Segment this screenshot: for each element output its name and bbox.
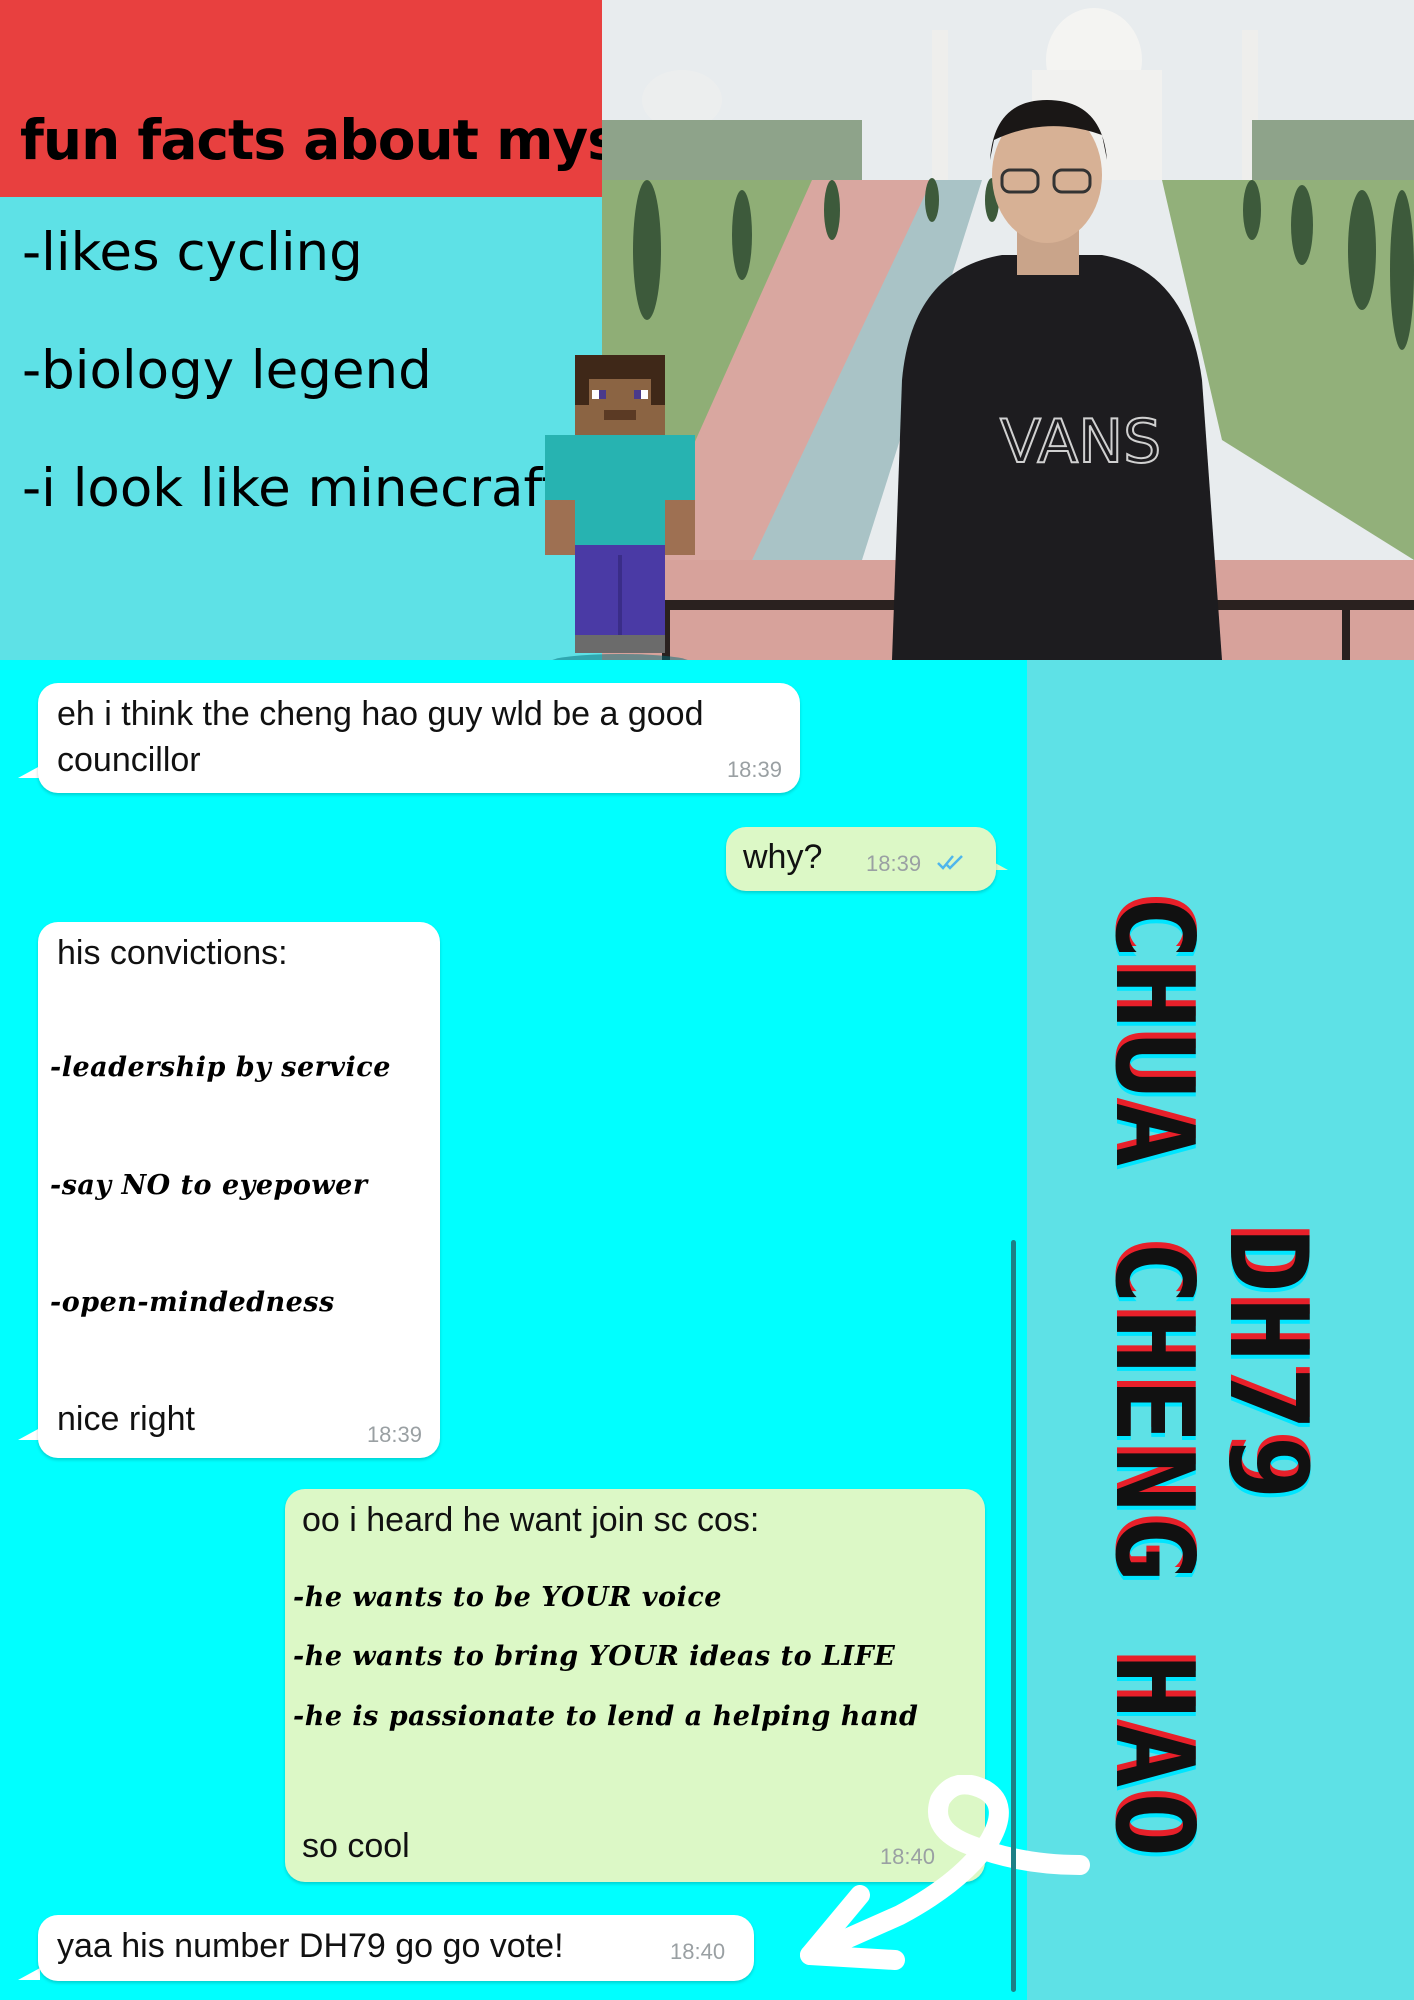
double-check-icon xyxy=(937,855,963,870)
reason-item: -he is passionate to lend a helping hand xyxy=(293,1701,919,1732)
conviction-item: -open-mindedness xyxy=(50,1287,335,1318)
message-text: councillor xyxy=(57,741,201,779)
hoodie-logo-text: VANS xyxy=(1000,407,1161,477)
conviction-item: -say NO to eyepower xyxy=(50,1170,368,1201)
chat-message-incoming: yaa his number DH79 go go vote! 18:40 xyxy=(38,1915,754,1981)
message-text: yaa his number DH79 go go vote! xyxy=(57,1927,564,1965)
bubble-tail xyxy=(18,766,40,778)
message-timestamp: 18:39 xyxy=(866,851,922,876)
candidate-number: DH79 xyxy=(1205,1228,1330,1505)
minecraft-character-icon xyxy=(540,350,710,670)
candidate-name: CHUA CHENG HAO xyxy=(1091,895,1216,1862)
message-text: so cool xyxy=(302,1827,410,1865)
chat-message-incoming: eh i think the cheng hao guy wld be a go… xyxy=(38,683,800,793)
bubble-tail xyxy=(18,1968,40,1980)
fact-item-biology: -biology legend xyxy=(22,340,432,401)
message-timestamp: 18:39 xyxy=(366,1422,422,1447)
message-text: eh i think the cheng hao guy wld be a go… xyxy=(57,695,704,733)
message-timestamp: 18:40 xyxy=(670,1939,726,1964)
chat-message-outgoing: why? 18:39 xyxy=(726,827,996,891)
page-title: fun facts about myself xyxy=(20,108,697,172)
fact-item-minecraft: -i look like minecraft xyxy=(22,458,562,519)
arrow-doodle-icon xyxy=(800,1775,1090,1970)
fact-item-cycling: -likes cycling xyxy=(22,222,363,283)
candidate-photo: VANS xyxy=(602,0,1414,660)
bubble-tail xyxy=(18,1428,40,1440)
message-heading: oo i heard he want join sc cos: xyxy=(302,1501,760,1539)
message-text: why? xyxy=(743,838,823,876)
reason-item: -he wants to be YOUR voice xyxy=(293,1582,722,1613)
message-heading: his convictions: xyxy=(57,934,288,972)
reason-item: -he wants to bring YOUR ideas to LIFE xyxy=(293,1641,896,1672)
conviction-item: -leadership by service xyxy=(50,1052,391,1083)
message-timestamp: 18:39 xyxy=(726,757,782,782)
message-text: nice right xyxy=(57,1400,195,1438)
chat-message-convictions: his convictions: -leadership by service … xyxy=(38,922,440,1458)
chat-scrollbar[interactable] xyxy=(1011,1240,1016,1992)
